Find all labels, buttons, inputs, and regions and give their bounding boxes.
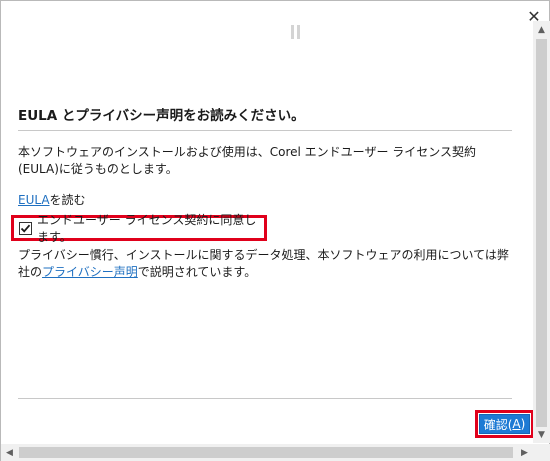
scrollbar-corner: [533, 444, 550, 461]
page-title: EULA とプライバシー声明をお読みください。: [18, 108, 305, 124]
confirm-label-close: ): [520, 417, 526, 431]
eula-link[interactable]: EULA: [18, 193, 50, 207]
divider: [18, 130, 512, 131]
confirm-accelerator: A: [512, 417, 521, 431]
read-eula-row: EULAを読む: [18, 191, 86, 208]
scroll-right-icon[interactable]: ▶: [516, 444, 533, 461]
scroll-down-icon[interactable]: ▼: [533, 426, 550, 443]
drag-handle-icon[interactable]: [291, 25, 300, 39]
agree-eula-checkbox[interactable]: [19, 221, 32, 235]
horizontal-scroll-thumb[interactable]: [19, 447, 513, 458]
checkmark-icon: [20, 224, 31, 233]
privacy-statement-link[interactable]: プライバシー声明: [42, 265, 138, 279]
privacy-statement-text: プライバシー慣行、インストールに関するデータ処理、本ソフトウェアの利用については…: [18, 247, 512, 281]
confirm-button-highlight: 確認(A): [475, 410, 534, 438]
scroll-left-icon[interactable]: ◀: [1, 444, 18, 461]
read-eula-suffix: を読む: [49, 193, 86, 207]
agree-eula-checkbox-row[interactable]: エンドユーザー ライセンス契約に同意します。: [11, 213, 267, 244]
privacy-suffix: で説明されています。: [137, 265, 257, 279]
divider: [18, 398, 512, 399]
agree-eula-label: エンドユーザー ライセンス契約に同意します。: [37, 213, 257, 244]
vertical-scroll-thumb[interactable]: [536, 39, 547, 427]
confirm-label: 確認(: [483, 417, 513, 432]
horizontal-scrollbar[interactable]: ◀ ▶: [1, 444, 533, 461]
eula-description: 本ソフトウェアのインストールおよび使用は、Corel エンドユーザー ライセンス…: [18, 145, 477, 176]
confirm-button[interactable]: 確認(A): [479, 414, 530, 434]
vertical-scrollbar[interactable]: ▲ ▼: [533, 21, 550, 443]
installer-window: ✕ EULA とプライバシー声明をお読みください。 本ソフトウェアのインストール…: [0, 0, 550, 461]
scroll-up-icon[interactable]: ▲: [533, 21, 550, 38]
